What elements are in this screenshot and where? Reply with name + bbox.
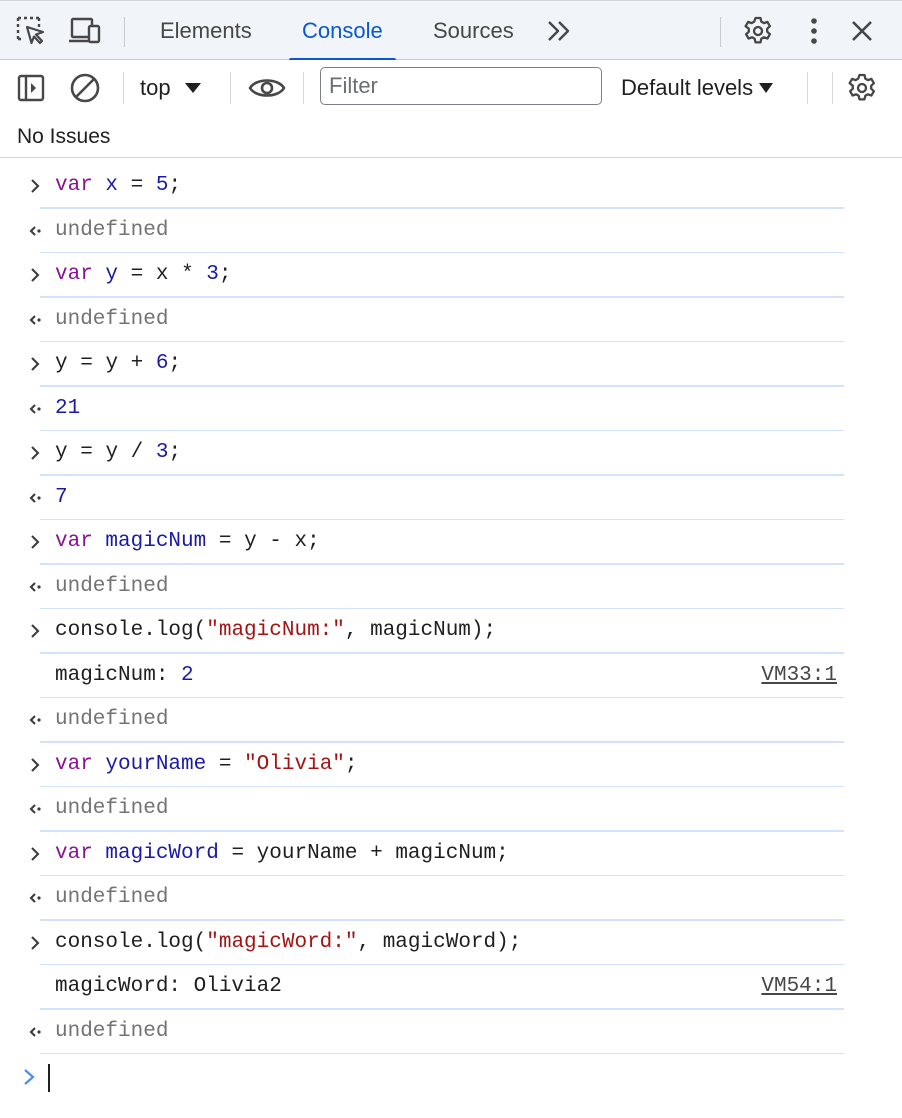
- console-input-row[interactable]: y = y / 3;: [0, 431, 902, 476]
- input-chevron-icon: [22, 921, 48, 965]
- console-log-row[interactable]: magicNum: 2 VM33:1: [0, 654, 902, 699]
- console-result-row[interactable]: 7: [0, 476, 902, 521]
- console-input-row[interactable]: y = y + 6;: [0, 342, 902, 387]
- result-arrow-icon: [22, 387, 48, 431]
- result-arrow-icon: [22, 787, 48, 831]
- log-levels-dropdown[interactable]: Default levels: [621, 70, 774, 106]
- console-message-text: var magicWord = yourName + magicNum;: [55, 841, 509, 865]
- input-chevron-icon: [22, 743, 48, 787]
- input-chevron-icon: [22, 520, 48, 564]
- toolbar-divider: [832, 72, 833, 104]
- console-message-text: undefined: [55, 307, 169, 331]
- tab-sources[interactable]: Sources: [433, 1, 514, 60]
- source-link[interactable]: VM54:1: [761, 965, 837, 1009]
- console-message-text: undefined: [55, 1019, 169, 1043]
- toolbar-divider: [720, 17, 721, 47]
- console-log-row[interactable]: magicWord: Olivia2 VM54:1: [0, 965, 902, 1010]
- console-message-text: magicWord: Olivia2: [55, 975, 282, 998]
- result-arrow-icon: [22, 698, 48, 742]
- kebab-menu-icon[interactable]: [796, 12, 832, 50]
- console-message-text: undefined: [55, 886, 169, 909]
- console-input-row[interactable]: var magicNum = y - x;: [0, 520, 902, 565]
- console-input-row[interactable]: console.log("magicWord:", magicWord);: [0, 921, 902, 966]
- prompt-chevron-icon: [16, 1054, 42, 1100]
- dropdown-arrow-icon: [759, 83, 774, 93]
- console-message-text: undefined: [55, 218, 169, 242]
- console-input-row[interactable]: var yourName = "Olivia";: [0, 743, 902, 788]
- input-chevron-icon: [22, 832, 48, 876]
- tab-console[interactable]: Console: [289, 1, 396, 61]
- input-chevron-icon: [22, 342, 48, 386]
- input-chevron-icon: [22, 431, 48, 475]
- console-result-row[interactable]: undefined: [0, 298, 902, 343]
- console-toolbar: top Default levels: [0, 60, 902, 116]
- dropdown-arrow-icon: [184, 83, 201, 93]
- console-input-row[interactable]: var x = 5;: [0, 164, 902, 209]
- gear-icon[interactable]: [740, 12, 776, 50]
- console-message-text: var magicNum = y - x;: [55, 530, 320, 553]
- text-cursor: [48, 1064, 50, 1092]
- console-message-text: undefined: [55, 708, 169, 731]
- result-arrow-icon: [22, 476, 48, 520]
- console-result-row[interactable]: undefined: [0, 209, 902, 254]
- input-chevron-icon: [22, 164, 48, 208]
- console-result-row[interactable]: undefined: [0, 1010, 902, 1055]
- filter-input[interactable]: [320, 67, 602, 105]
- console-result-row[interactable]: undefined: [0, 787, 902, 832]
- issues-bar[interactable]: No Issues: [0, 116, 902, 158]
- console-result-row[interactable]: undefined: [0, 698, 902, 743]
- input-chevron-icon: [22, 609, 48, 653]
- log-levels-label: Default levels: [621, 75, 754, 100]
- console-result-row[interactable]: undefined: [0, 876, 902, 921]
- console-input-row[interactable]: var magicWord = yourName + magicNum;: [0, 832, 902, 877]
- console-message-text: undefined: [55, 574, 169, 598]
- console-input-row[interactable]: var y = x * 3;: [0, 253, 902, 298]
- chevron-double-right-icon[interactable]: [541, 12, 577, 50]
- context-selector[interactable]: top: [140, 70, 201, 106]
- result-arrow-icon: [22, 1010, 48, 1054]
- console-messages: var x = 5; undefined var y = x * 3; undefin…: [0, 164, 902, 1054]
- console-message-text: var x = 5;: [55, 174, 182, 197]
- console-message-text: y = y / 3;: [55, 441, 182, 464]
- console-message-text: magicNum: 2: [55, 663, 194, 687]
- result-arrow-icon: [22, 876, 48, 920]
- close-icon[interactable]: [844, 12, 880, 50]
- input-chevron-icon: [22, 253, 48, 297]
- console-message-text: var yourName = "Olivia";: [55, 752, 358, 776]
- clear-console-icon[interactable]: [65, 68, 105, 108]
- device-toolbar-icon[interactable]: [67, 12, 103, 50]
- console-message-text: 7: [55, 485, 68, 509]
- context-value: top: [140, 75, 171, 100]
- toolbar-divider: [303, 72, 304, 104]
- tab-elements[interactable]: Elements: [160, 1, 252, 60]
- console-message-text: y = y + 6;: [55, 352, 182, 375]
- result-arrow-icon: [22, 298, 48, 342]
- console-result-row[interactable]: undefined: [0, 565, 902, 610]
- devtools-tabbar: Elements Console Sources: [0, 0, 902, 61]
- console-message-text: var y = x * 3;: [55, 263, 232, 286]
- result-arrow-icon: [22, 209, 48, 253]
- source-link[interactable]: VM33:1: [761, 654, 837, 698]
- console-result-row[interactable]: 21: [0, 387, 902, 432]
- console-prompt[interactable]: [0, 1054, 902, 1100]
- issues-text: No Issues: [17, 124, 111, 148]
- toolbar-divider: [230, 72, 231, 104]
- console-message-text: undefined: [55, 797, 169, 820]
- console-message-text: console.log("magicNum:", magicNum);: [55, 619, 497, 642]
- console-input-row[interactable]: console.log("magicNum:", magicNum);: [0, 609, 902, 654]
- toolbar-divider: [807, 72, 808, 104]
- console-message-text: console.log("magicWord:", magicWord);: [55, 930, 522, 954]
- sidebar-toggle-icon[interactable]: [11, 68, 51, 108]
- console-input[interactable]: [52, 1058, 842, 1096]
- toolbar-divider: [124, 17, 125, 47]
- live-expression-eye-icon[interactable]: [247, 68, 287, 108]
- toolbar-divider: [123, 72, 124, 104]
- gear-icon[interactable]: [842, 68, 882, 108]
- console-message-text: 21: [55, 396, 81, 420]
- inspect-element-icon[interactable]: [13, 12, 49, 50]
- result-arrow-icon: [22, 565, 48, 609]
